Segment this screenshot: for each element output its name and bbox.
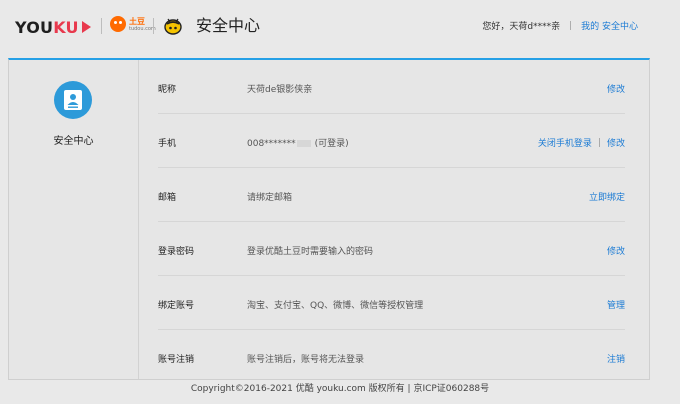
row-value: 登录优酷土豆时需要输入的密码 xyxy=(247,247,374,257)
logo-divider xyxy=(101,18,102,34)
row-actions: 关闭手机登录 | 修改 xyxy=(538,136,625,150)
row-actions: 立即绑定 xyxy=(589,190,625,203)
row-value: 天荷de银影侠亲 xyxy=(247,85,313,95)
tudou-face-icon xyxy=(110,16,126,32)
row-value: 账号注销后，账号将无法登录 xyxy=(247,355,365,365)
row-email: 邮箱 请绑定邮箱 立即绑定 xyxy=(158,168,625,222)
blurred-digits xyxy=(296,140,311,147)
logo-divider xyxy=(153,18,154,34)
row-label: 账号注销 xyxy=(158,355,195,365)
row-label: 邮箱 xyxy=(158,193,177,203)
manage-accounts-link[interactable]: 管理 xyxy=(607,298,625,311)
row-actions: 修改 xyxy=(607,82,625,95)
username[interactable]: 天荷d****亲 xyxy=(509,19,560,32)
play-icon xyxy=(81,21,91,33)
tudou-logo[interactable]: 土豆 tudou.com xyxy=(110,16,156,32)
tudou-logo-text: 土豆 tudou.com xyxy=(129,17,156,32)
tudou-name: 土豆 xyxy=(129,16,145,26)
row-label: 昵称 xyxy=(158,85,177,95)
disable-phone-login-link[interactable]: 关闭手机登录 xyxy=(538,136,592,149)
security-panel: 安全中心 昵称 天荷de银影侠亲 修改 手机 008******* (可登录) … xyxy=(8,58,650,380)
youku-logo[interactable]: YOUKU xyxy=(15,15,91,39)
row-value: 淘宝、支付宝、QQ、微博、微信等授权管理 xyxy=(247,301,424,311)
logo-part-ku: KU xyxy=(53,17,79,37)
row-linked-accounts: 绑定账号 淘宝、支付宝、QQ、微博、微信等授权管理 管理 xyxy=(158,276,625,330)
row-actions: 管理 xyxy=(607,298,625,311)
greeting-text: 您好， xyxy=(482,22,510,32)
edit-nickname-link[interactable]: 修改 xyxy=(607,82,625,95)
row-password: 登录密码 登录优酷土豆时需要输入的密码 修改 xyxy=(158,222,625,276)
row-value: 008******* (可登录) xyxy=(247,136,349,149)
row-label: 手机 xyxy=(158,139,177,149)
row-label: 绑定账号 xyxy=(158,301,195,311)
phone-login-status: (可登录) xyxy=(314,139,349,149)
sidebar: 安全中心 xyxy=(9,60,139,379)
footer-copyright: Copyright©2016-2021 优酷 youku.com 版权所有 | … xyxy=(190,384,490,394)
row-account-deletion: 账号注销 账号注销后，账号将无法登录 注销 xyxy=(158,330,625,383)
header-divider: | xyxy=(569,20,573,31)
row-phone: 手机 008******* (可登录) 关闭手机登录 | 修改 xyxy=(158,114,625,168)
sidebar-label: 安全中心 xyxy=(53,136,94,147)
row-nickname: 昵称 天荷de银影侠亲 修改 xyxy=(158,60,625,114)
bee-mascot-icon xyxy=(162,15,184,37)
row-actions: 修改 xyxy=(607,244,625,257)
delete-account-link[interactable]: 注销 xyxy=(607,352,625,365)
edit-password-link[interactable]: 修改 xyxy=(607,244,625,257)
bind-email-link[interactable]: 立即绑定 xyxy=(589,190,625,203)
id-card-icon xyxy=(54,81,92,119)
row-label: 登录密码 xyxy=(158,247,195,257)
phone-masked: 008******* xyxy=(247,139,296,149)
tudou-domain: tudou.com xyxy=(129,25,156,32)
user-area: 您好， 天荷d****亲 | 我的 安全中心 xyxy=(482,19,638,33)
row-value: 请绑定邮箱 xyxy=(247,193,293,203)
page-title: 安全中心 xyxy=(196,16,261,35)
my-security-link[interactable]: 我的 安全中心 xyxy=(581,19,638,32)
row-actions: 注销 xyxy=(607,352,625,365)
top-header: YOUKU 土豆 tudou.com 安全中心 您好， 天荷d****亲 | 我… xyxy=(0,0,680,52)
youku-logo-text: YOUKU xyxy=(15,18,79,37)
settings-list: 昵称 天荷de银影侠亲 修改 手机 008******* (可登录) 关闭手机登… xyxy=(158,60,625,383)
action-divider: | xyxy=(597,137,601,148)
logo-part-you: YOU xyxy=(15,17,54,37)
edit-phone-link[interactable]: 修改 xyxy=(607,136,625,149)
